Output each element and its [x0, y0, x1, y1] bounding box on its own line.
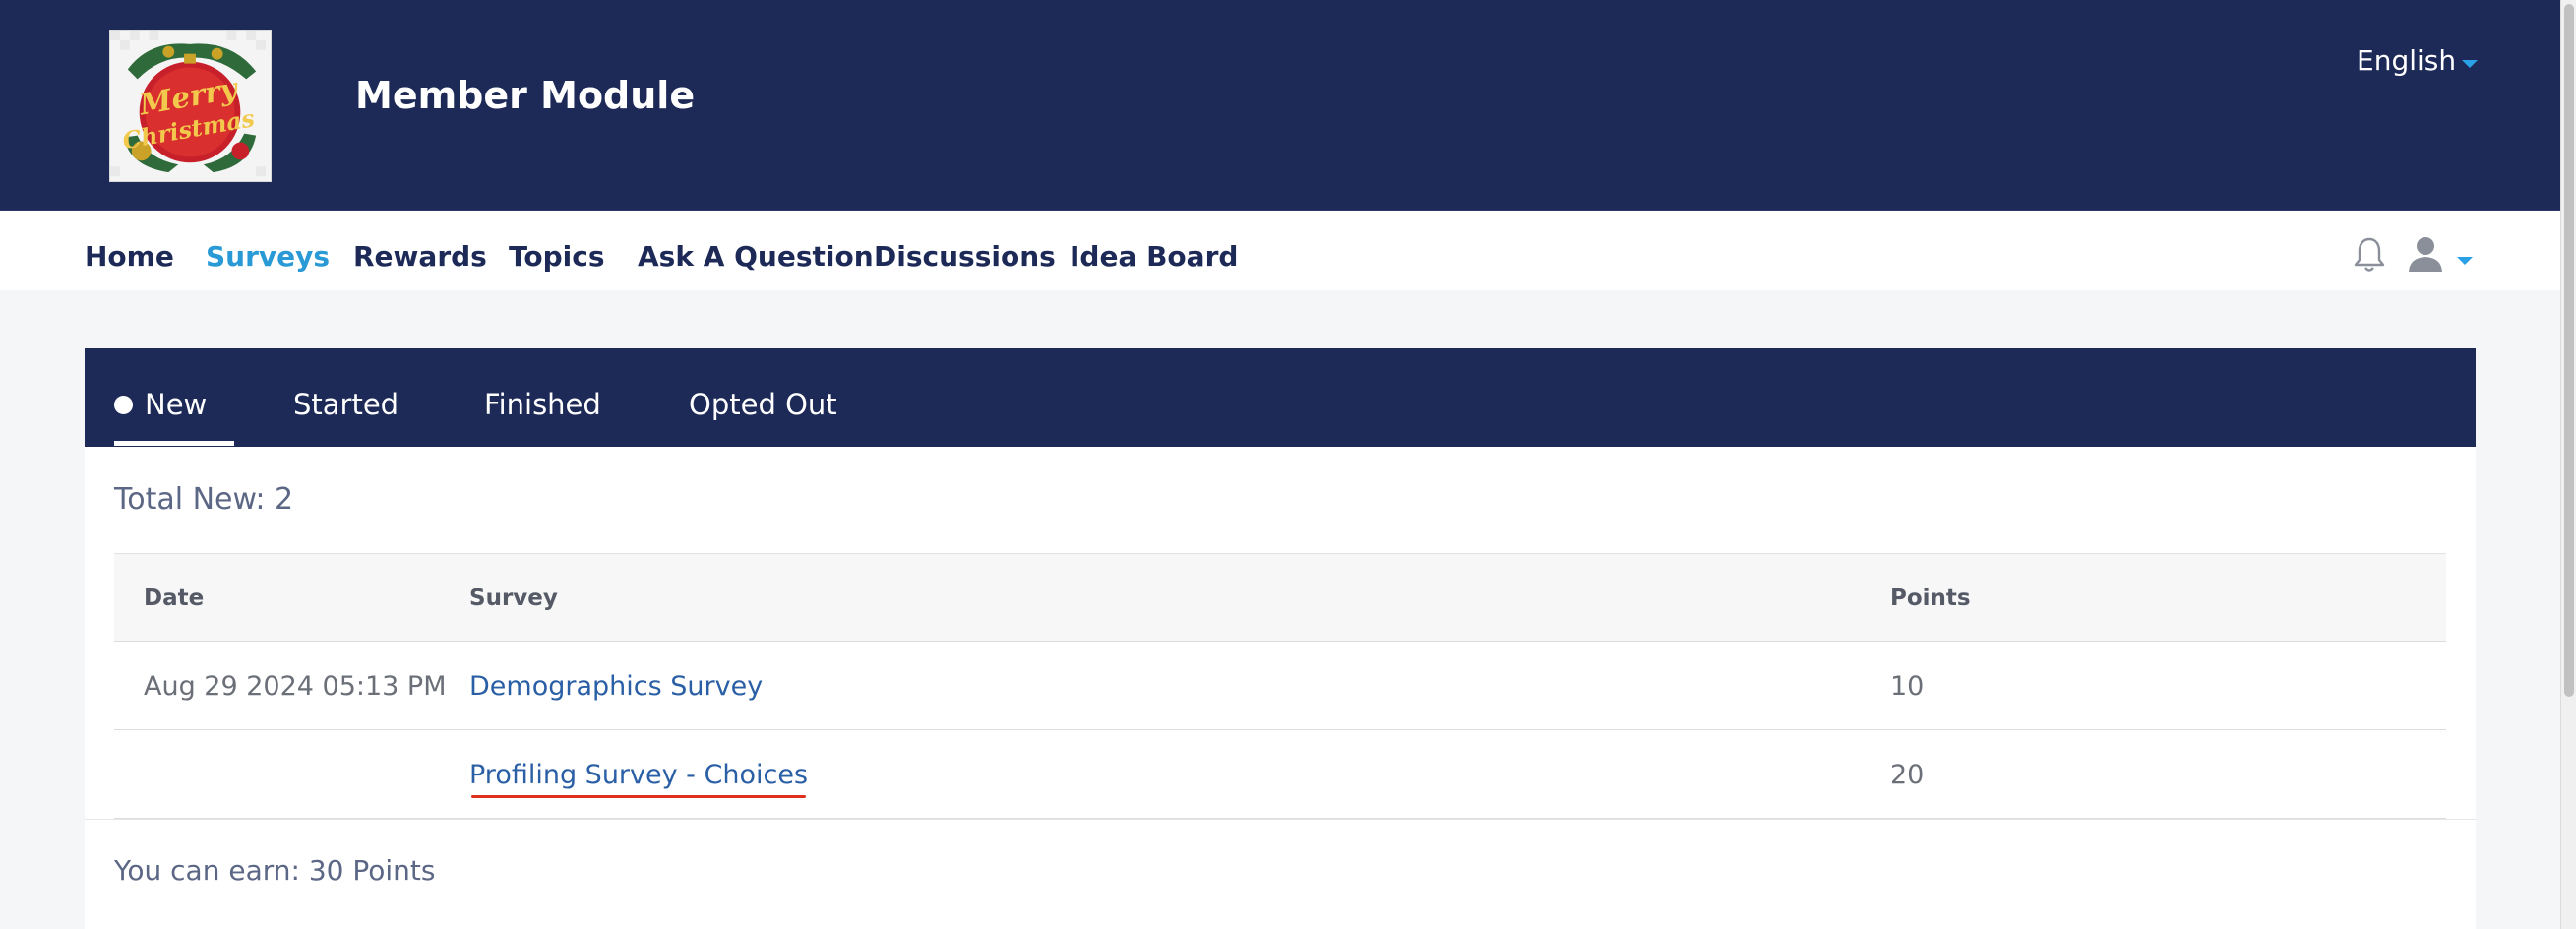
- top-header: Merry Christmas Member Module English: [0, 0, 2560, 210]
- tab-opted-out[interactable]: Opted Out: [689, 388, 837, 421]
- survey-tabs: New Started Finished Opted Out: [85, 348, 2476, 447]
- survey-link[interactable]: Demographics Survey: [469, 671, 763, 702]
- nav-item-ask-a-question[interactable]: Ask A Question: [638, 240, 874, 273]
- table-header: Date Survey Points: [114, 553, 2446, 642]
- divider: [85, 819, 2476, 820]
- total-count: Total New: 2: [114, 482, 294, 517]
- language-label: English: [2357, 44, 2457, 77]
- survey-panel: Total New: 2 Date Survey Points Aug 29 2…: [85, 447, 2476, 929]
- user-menu-chevron-icon[interactable]: [2457, 257, 2473, 265]
- nav-item-surveys[interactable]: Surveys: [206, 240, 330, 273]
- tab-finished[interactable]: Finished: [484, 388, 601, 421]
- active-dot-icon: [114, 395, 133, 414]
- nav-item-topics[interactable]: Topics: [509, 240, 605, 273]
- nav-item-discussions[interactable]: Discussions: [874, 240, 1056, 273]
- user-icon[interactable]: [2406, 234, 2445, 274]
- active-tab-indicator: [114, 441, 234, 446]
- tab-new[interactable]: New: [114, 388, 207, 421]
- main-navbar: Home Surveys Rewards Topics Ask A Questi…: [0, 210, 2560, 290]
- tab-label: New: [145, 388, 208, 421]
- row-date: Aug 29 2024 05:13 PM: [144, 671, 447, 702]
- page-scrollbar[interactable]: [2560, 0, 2576, 929]
- survey-table: Date Survey Points Aug 29 2024 05:13 PM …: [114, 553, 2446, 819]
- table-row: Profiling Survey - Choices 20: [114, 730, 2446, 819]
- site-logo[interactable]: Merry Christmas: [109, 30, 272, 182]
- earn-summary: You can earn: 30 Points: [114, 854, 436, 887]
- row-points: 10: [1890, 671, 1925, 702]
- table-row: Aug 29 2024 05:13 PM Demographics Survey…: [114, 642, 2446, 730]
- nav-item-home[interactable]: Home: [85, 240, 174, 273]
- nav-item-idea-board[interactable]: Idea Board: [1070, 240, 1238, 273]
- column-header-date: Date: [144, 586, 205, 611]
- language-selector[interactable]: English: [2357, 44, 2479, 77]
- app-title: Member Module: [355, 74, 696, 117]
- christmas-logo-icon: Merry Christmas: [110, 31, 271, 181]
- scrollbar-thumb[interactable]: [2564, 4, 2574, 697]
- chevron-down-icon: [2462, 59, 2479, 68]
- column-header-points: Points: [1890, 586, 1971, 611]
- bell-icon[interactable]: [2353, 236, 2386, 274]
- survey-link[interactable]: Profiling Survey - Choices: [469, 760, 808, 798]
- tab-started[interactable]: Started: [293, 388, 399, 421]
- column-header-survey: Survey: [469, 586, 558, 611]
- row-points: 20: [1890, 760, 1925, 790]
- nav-item-rewards[interactable]: Rewards: [353, 240, 487, 273]
